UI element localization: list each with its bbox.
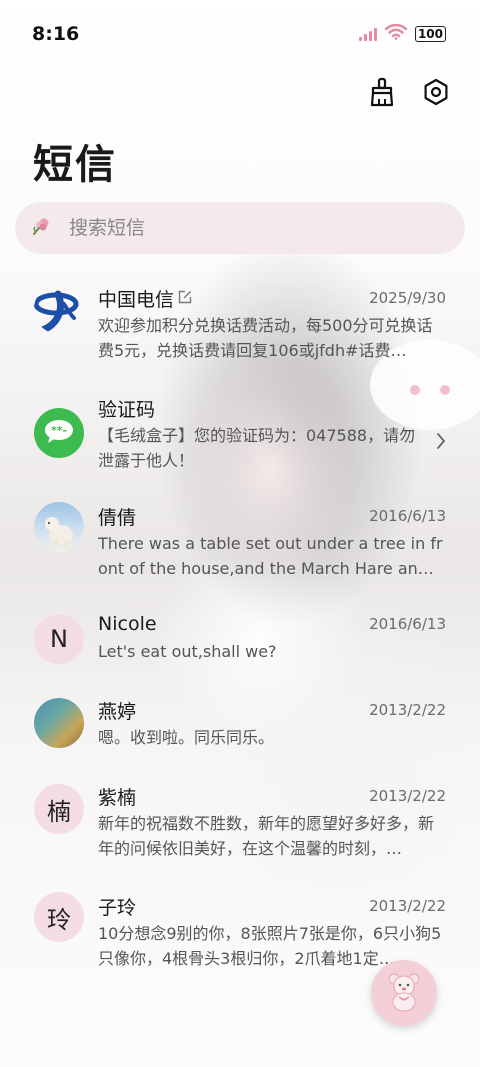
conversation-item[interactable]: 倩倩 2016/6/13 There was a table set out u… — [0, 494, 480, 604]
chat-bubble-icon: **- — [42, 417, 76, 449]
clean-brush-button[interactable] — [364, 76, 400, 112]
message-preview: 新年的祝福数不胜数，新年的愿望好多好多，新年的问候依旧美好，在这个温馨的时刻，… — [98, 814, 435, 858]
search-input[interactable] — [67, 216, 431, 240]
contact-name: Nicole — [98, 613, 157, 635]
conversation-item[interactable]: **- 验证码 【毛绒盒子】您的验证码为：047588，请勿泄露于他人！ — [0, 384, 480, 494]
brush-icon — [368, 77, 396, 111]
chevron-right-icon — [436, 432, 446, 454]
message-preview: There was a table set out under a tree i… — [98, 534, 443, 578]
conversation-item[interactable]: N Nicole 2016/6/13 Let's eat out,shall w… — [0, 604, 480, 688]
message-preview: 【毛绒盒子】您的验证码为：047588，请勿泄露于他人！ — [98, 426, 416, 470]
contact-name: 燕婷 — [98, 700, 137, 723]
message-date: 2025/9/30 — [369, 289, 446, 307]
top-toolbar — [364, 76, 454, 112]
contact-name: 倩倩 — [98, 506, 137, 529]
message-date: 2013/2/22 — [369, 787, 446, 805]
message-preview: 欢迎参加积分兑换话费活动，每500分可兑换话费5元，兑换话费请回复106或jfd… — [98, 316, 433, 360]
message-date: 2013/2/22 — [369, 701, 446, 719]
flower-search-icon — [31, 215, 53, 241]
message-bubble-avatar: **- — [34, 408, 84, 458]
svg-text:**-: **- — [51, 424, 67, 437]
status-bar: 8:16 100 — [0, 0, 480, 68]
status-icons: 100 — [358, 23, 446, 44]
page-title: 短信 — [33, 142, 117, 188]
message-date: 2016/6/13 — [369, 507, 446, 525]
landscape-avatar — [34, 698, 84, 748]
conversation-list: 中国电信 2025/9/30 欢迎参加积分兑换话费活动，每500分可兑换话费5元… — [0, 272, 480, 994]
message-preview: 嗯。收到啦。同乐同乐。 — [98, 728, 275, 747]
conversation-item[interactable]: 燕婷 2013/2/22 嗯。收到啦。同乐同乐。 — [0, 688, 480, 774]
search-bar[interactable] — [15, 202, 465, 254]
conversation-item[interactable]: 楠 紫楠 2013/2/22 新年的祝福数不胜数，新年的愿望好多好多，新年的问候… — [0, 774, 480, 884]
wifi-icon — [384, 23, 408, 44]
letter-avatar: 楠 — [34, 784, 84, 834]
message-preview: Let's eat out,shall we? — [98, 642, 277, 661]
teddy-bear-icon — [382, 969, 426, 1017]
signal-icon — [358, 27, 377, 41]
polar-bear-avatar — [34, 502, 84, 552]
settings-button[interactable] — [418, 76, 454, 112]
contact-name: 验证码 — [98, 398, 156, 421]
conversation-item[interactable]: 中国电信 2025/9/30 欢迎参加积分兑换话费活动，每500分可兑换话费5元… — [0, 272, 480, 384]
letter-avatar: N — [34, 614, 84, 664]
letter-avatar: 玲 — [34, 892, 84, 942]
message-date: 2016/6/13 — [369, 615, 446, 633]
gear-icon — [422, 78, 450, 110]
message-date: 2013/2/22 — [369, 897, 446, 915]
edit-icon — [178, 287, 192, 309]
contact-name: 中国电信 — [98, 288, 175, 311]
china-telecom-avatar — [34, 284, 84, 334]
status-time: 8:16 — [32, 23, 80, 45]
contact-name: 紫楠 — [98, 786, 137, 809]
battery-indicator: 100 — [414, 26, 446, 42]
contact-name: 子玲 — [98, 896, 137, 919]
new-message-button[interactable] — [371, 960, 437, 1026]
